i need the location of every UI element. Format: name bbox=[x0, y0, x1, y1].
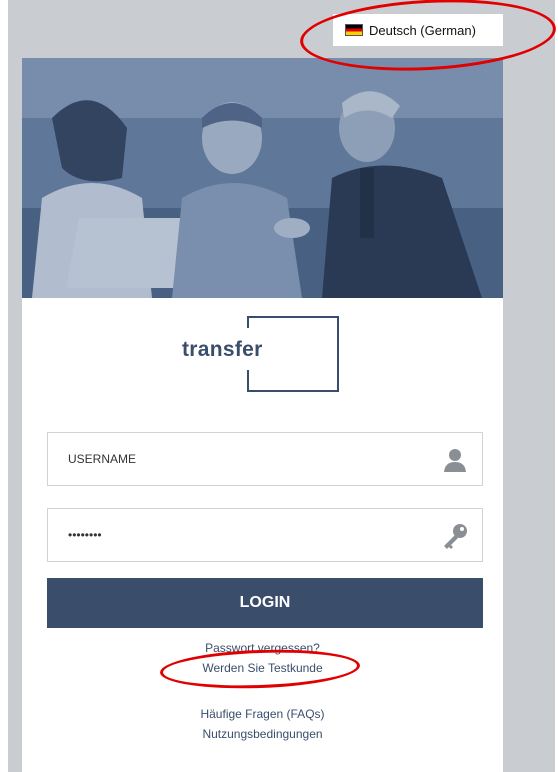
page-left-margin bbox=[0, 0, 8, 772]
logo: transfer bbox=[22, 316, 503, 396]
key-icon bbox=[444, 524, 467, 549]
username-field[interactable] bbox=[47, 432, 483, 486]
login-card: transfer LOGIN Passwort vergessen? Werde… bbox=[22, 58, 503, 772]
user-icon bbox=[444, 449, 466, 472]
link-spacer bbox=[22, 678, 503, 704]
password-field[interactable] bbox=[47, 508, 483, 562]
forgot-password-link[interactable]: Passwort vergessen? bbox=[22, 638, 503, 658]
language-selector-button[interactable]: Deutsch (German) bbox=[333, 14, 503, 46]
login-button[interactable]: LOGIN bbox=[47, 578, 483, 628]
username-input[interactable] bbox=[48, 433, 482, 485]
password-input[interactable] bbox=[48, 509, 482, 561]
link-list: Passwort vergessen? Werden Sie Testkunde… bbox=[22, 638, 503, 744]
logo-text: transfer bbox=[182, 338, 263, 361]
become-test-customer-link[interactable]: Werden Sie Testkunde bbox=[22, 658, 503, 678]
language-selector-label: Deutsch (German) bbox=[369, 22, 476, 38]
german-flag-icon bbox=[345, 24, 363, 36]
hero-photo-illustration bbox=[22, 58, 503, 298]
hero-image bbox=[22, 58, 503, 298]
terms-link[interactable]: Nutzungsbedingungen bbox=[22, 724, 503, 744]
faq-link[interactable]: Häufige Fragen (FAQs) bbox=[22, 704, 503, 724]
